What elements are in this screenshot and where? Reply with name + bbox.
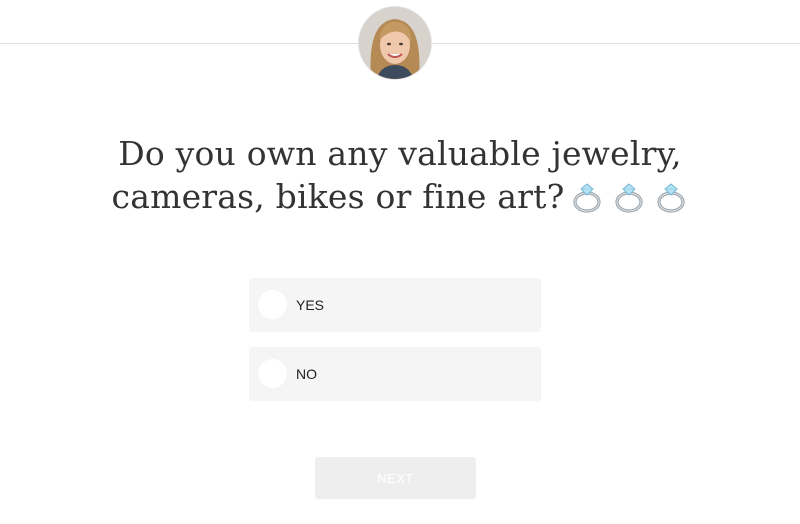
ring-icon <box>570 180 604 214</box>
question-line-2-text: cameras, bikes or fine art? <box>111 177 565 216</box>
ring-icon <box>654 180 688 214</box>
ring-icon <box>612 180 646 214</box>
question-line-1: Do you own any valuable jewelry, <box>118 134 682 173</box>
next-button[interactable]: NEXT <box>315 457 476 499</box>
option-yes-label: YES <box>296 297 325 313</box>
question-heading: Do you own any valuable jewelry, cameras… <box>0 132 800 218</box>
agent-avatar-icon <box>359 7 431 79</box>
option-yes[interactable]: YES <box>249 278 541 332</box>
question-line-2: cameras, bikes or fine art? <box>0 175 800 218</box>
radio-button-no[interactable] <box>258 359 287 388</box>
radio-button-yes[interactable] <box>258 290 287 319</box>
option-no-label: NO <box>296 366 317 382</box>
ring-emoji-group <box>570 180 688 214</box>
option-no[interactable]: NO <box>249 347 541 401</box>
